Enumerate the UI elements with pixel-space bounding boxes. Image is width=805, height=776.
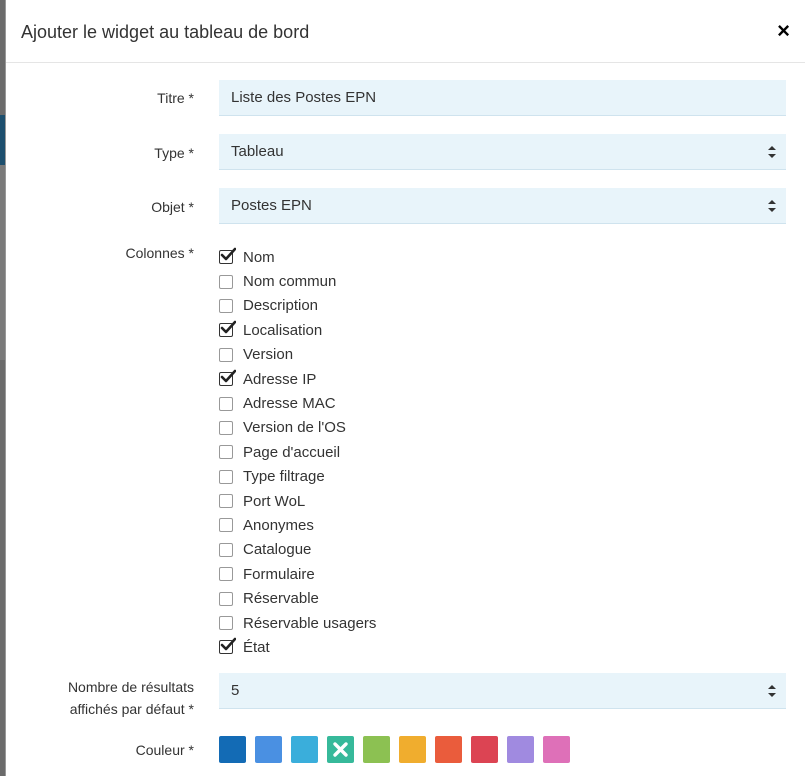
checkbox-label: Nom — [243, 248, 275, 266]
dialog-header: Ajouter le widget au tableau de bord × — [6, 0, 805, 63]
checkbox-label: Version de l'OS — [243, 419, 346, 437]
checkmark-icon — [220, 638, 236, 651]
checkbox[interactable] — [219, 542, 233, 557]
checkbox[interactable] — [219, 616, 233, 631]
checkbox[interactable] — [219, 321, 236, 338]
checkbox[interactable] — [219, 298, 233, 313]
checkbox-label: Nom commun — [243, 273, 337, 291]
couleur-label: Couleur * — [135, 742, 194, 758]
color-swatch[interactable] — [471, 736, 498, 763]
colonne-option[interactable]: Anonymes — [219, 513, 376, 537]
color-swatch[interactable] — [435, 736, 462, 763]
colonne-option[interactable]: Localisation — [219, 318, 376, 342]
checkbox-label: Réservable usagers — [243, 614, 377, 632]
checkbox-label: Description — [243, 297, 319, 315]
checkbox-label: Catalogue — [243, 541, 312, 559]
close-button[interactable]: × — [777, 20, 790, 42]
color-swatch[interactable] — [219, 736, 246, 763]
checkbox[interactable] — [219, 494, 233, 509]
checkbox-label: Localisation — [243, 321, 323, 339]
checkbox-label: Adresse MAC — [243, 395, 336, 413]
dialog-title: Ajouter le widget au tableau de bord — [21, 22, 310, 42]
checkbox[interactable] — [219, 369, 236, 387]
checkbox-label: Version — [243, 346, 294, 364]
checkbox-label: Port WoL — [243, 492, 306, 510]
color-swatch[interactable] — [399, 736, 426, 763]
add-widget-dialog: Ajouter le widget au tableau de bord × T… — [5, 0, 805, 776]
titre-label: Titre * — [157, 90, 194, 106]
colonne-option[interactable]: Nom — [219, 245, 376, 269]
nombre-select[interactable]: 5 — [219, 673, 786, 709]
colonne-option[interactable]: Adresse MAC — [219, 391, 376, 415]
colonnes-label: Colonnes * — [125, 245, 195, 261]
color-swatch[interactable] — [291, 736, 318, 763]
checkbox[interactable] — [219, 469, 233, 484]
checkbox-label: Adresse IP — [243, 370, 317, 388]
color-swatch[interactable] — [255, 736, 282, 763]
checkmark-icon — [220, 247, 236, 261]
checkmark-icon — [220, 369, 236, 383]
colonne-option[interactable]: Type filtrage — [219, 465, 376, 489]
type-select[interactable]: Tableau — [219, 134, 786, 170]
checkbox-label: Anonymes — [243, 516, 314, 534]
checkbox-label: Réservable — [243, 590, 319, 608]
checkbox[interactable] — [219, 420, 233, 435]
color-picker — [219, 736, 579, 763]
objet-label: Objet * — [151, 199, 194, 215]
type-label: Type * — [154, 145, 194, 161]
colonne-option[interactable]: Nom commun — [219, 269, 376, 293]
colonne-option[interactable]: Réservable — [219, 586, 376, 610]
checkbox[interactable] — [219, 396, 233, 411]
sort-arrows-icon — [768, 685, 776, 697]
colonne-option[interactable]: Formulaire — [219, 562, 376, 586]
color-swatch[interactable] — [507, 736, 534, 763]
checkbox[interactable] — [219, 591, 233, 606]
colonne-option[interactable]: Version de l'OS — [219, 416, 376, 440]
checkbox[interactable] — [219, 247, 236, 265]
nombre-select-value: 5 — [231, 682, 240, 699]
colonne-option[interactable]: Réservable usagers — [219, 611, 376, 635]
colonne-option[interactable]: Catalogue — [219, 538, 376, 562]
colonne-option[interactable]: Page d'accueil — [219, 440, 376, 464]
colonnes-checkbox-list: Nom Nom commun Description Localisation Vers… — [219, 245, 376, 660]
color-swatch[interactable] — [363, 736, 390, 763]
colonne-option[interactable]: Version — [219, 343, 376, 367]
checkbox-label: Type filtrage — [243, 468, 325, 486]
checkbox-label: Page d'accueil — [243, 443, 341, 461]
checkbox[interactable] — [219, 274, 233, 289]
checkbox[interactable] — [219, 347, 233, 362]
checkbox[interactable] — [219, 567, 233, 582]
checkmark-icon — [220, 321, 236, 334]
titre-input[interactable] — [219, 80, 786, 116]
type-select-value: Tableau — [231, 143, 284, 160]
nombre-label-line2: affichés par défaut * — [69, 701, 194, 717]
checkbox-label: État — [243, 638, 270, 656]
close-icon — [333, 742, 348, 757]
colonne-option[interactable]: Adresse IP — [219, 367, 376, 391]
colonne-option[interactable]: Description — [219, 294, 376, 318]
nombre-label-line1: Nombre de résultats — [67, 679, 194, 695]
color-swatch-selected[interactable] — [327, 736, 354, 763]
nombre-label: Nombre de résultats affichés par défaut … — [6, 676, 194, 720]
objet-select-value: Postes EPN — [231, 197, 312, 214]
objet-select[interactable]: Postes EPN — [219, 188, 786, 224]
checkbox[interactable] — [219, 445, 233, 460]
checkbox[interactable] — [219, 518, 233, 533]
checkbox[interactable] — [219, 638, 236, 655]
checkbox-label: Formulaire — [243, 565, 315, 583]
color-swatch[interactable] — [543, 736, 570, 763]
sort-arrows-icon — [768, 146, 776, 158]
colonne-option[interactable]: État — [219, 635, 376, 659]
sort-arrows-icon — [768, 200, 776, 212]
colonne-option[interactable]: Port WoL — [219, 489, 376, 513]
